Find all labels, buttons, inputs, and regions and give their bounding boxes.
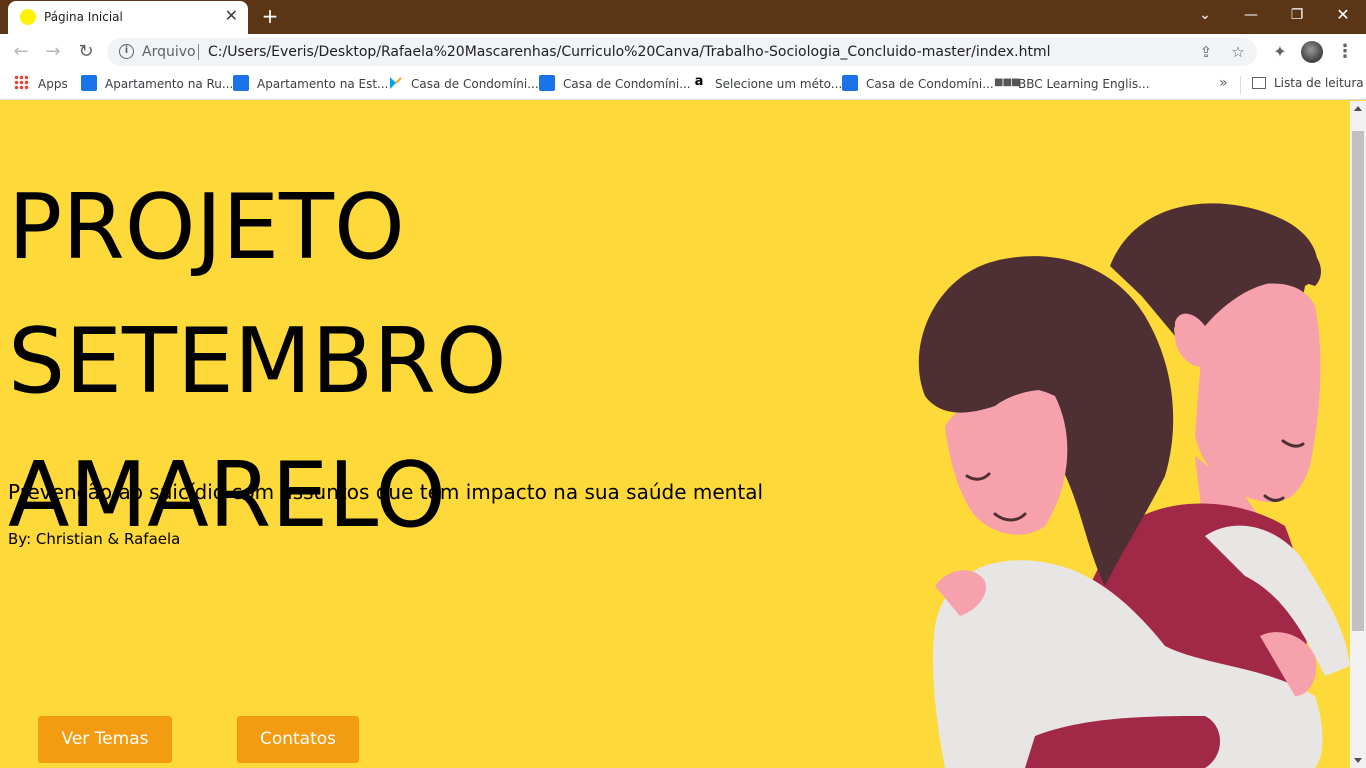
forward-button[interactable]: → [41,40,65,64]
profile-avatar[interactable] [1301,41,1323,63]
restore-button[interactable]: ❐ [1282,4,1312,26]
house-icon [81,75,97,91]
page-content: PROJETO SETEMBRO AMARELO Prevenção ao su… [0,101,1350,768]
bookmark-item[interactable]: ■■■BBC Learning Englis... [994,76,1150,94]
scroll-down-arrow-icon[interactable] [1354,758,1362,763]
amazon-icon: a [691,75,707,91]
bookmarks-divider [1240,76,1241,94]
url-text[interactable]: C:/Users/Everis/Desktop/Rafaela%20Mascar… [208,44,1050,60]
bookmarks-bar: Apps Apartamento na Ru... Apartamento na… [0,70,1366,100]
tab-search-button[interactable]: ⌄ [1190,4,1220,26]
close-tab-icon[interactable]: ✕ [225,7,238,25]
page-subtitle: Prevenção ao suicídio com assuntos que t… [8,480,763,504]
bookmark-star-icon[interactable]: ☆ [1229,43,1247,61]
address-bar[interactable]: i Arquivo C:/Users/Everis/Desktop/Rafael… [107,38,1257,66]
house-icon [233,75,249,91]
two-people-hugging-illustration [918,203,1350,768]
new-tab-button[interactable]: + [259,4,281,28]
bookmark-apps[interactable]: Apps [14,75,68,94]
browser-tab[interactable]: Página Inicial ✕ [8,1,248,34]
apps-grid-icon [14,75,30,91]
tab-title: Página Inicial [44,10,123,24]
omnibox-divider [198,44,199,60]
ver-temas-button[interactable]: Ver Temas [38,716,172,763]
close-window-button[interactable]: ✕ [1328,4,1358,26]
bookmark-item[interactable]: Casa de Condomíni... [842,75,994,94]
scroll-up-arrow-icon[interactable] [1354,106,1362,111]
yellow-circle-icon [20,9,36,25]
bookmark-item[interactable]: Apartamento na Ru... [81,75,233,94]
tab-strip: Página Inicial ✕ + ⌄ — ❐ ✕ [0,0,1366,34]
extensions-puzzle-icon[interactable]: ✦ [1268,40,1292,64]
bbc-icon: ■■■ [994,77,1020,88]
scroll-thumb[interactable] [1352,131,1364,631]
back-button[interactable]: ← [9,40,33,64]
scheme-label: Arquivo [142,44,196,60]
reading-list-icon [1252,76,1266,89]
bookmark-item[interactable]: Casa de Condomíni... [387,76,539,94]
kite-icon [387,75,403,91]
bookmarks-overflow-button[interactable]: » [1219,75,1228,91]
reload-button[interactable]: ↻ [74,40,98,64]
minimize-button[interactable]: — [1236,4,1266,26]
browser-toolbar: ← → ↻ i Arquivo C:/Users/Everis/Desktop/… [0,34,1366,70]
house-icon [842,75,858,91]
vertical-scrollbar[interactable] [1350,101,1366,768]
menu-kebab-icon[interactable]: ⋮ [1333,40,1357,64]
house-icon [539,75,555,91]
bookmark-item[interactable]: Casa de Condomíni... [539,75,691,94]
bookmark-item[interactable]: a Selecione um méto... [691,75,842,94]
bookmark-item[interactable]: Apartamento na Est... [233,75,388,94]
contatos-button[interactable]: Contatos [237,716,359,763]
page-byline: By: Christian & Rafaela [8,530,181,548]
info-icon[interactable]: i [119,44,134,59]
share-icon[interactable]: ⇪ [1197,43,1215,61]
reading-list-button[interactable]: Lista de leitura [1252,76,1364,90]
